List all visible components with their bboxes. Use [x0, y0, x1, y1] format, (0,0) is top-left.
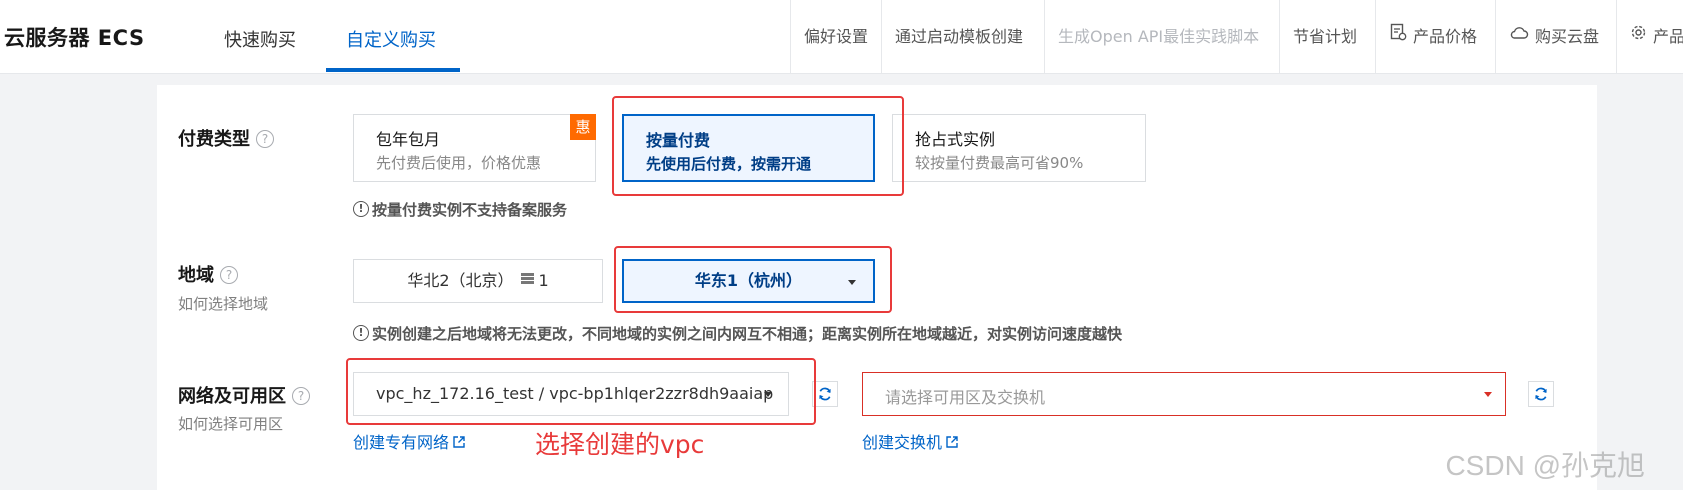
product-link[interactable]: 产品: [1616, 0, 1683, 74]
network-label: 网络及可用区?: [178, 382, 310, 408]
discount-badge: 惠: [570, 114, 596, 140]
region-select-hangzhou[interactable]: 华东1（杭州）: [622, 259, 875, 303]
region-option-label: 华东1（杭州）: [694, 271, 803, 290]
preferences-label: 偏好设置: [804, 27, 869, 46]
help-icon[interactable]: ?: [292, 386, 310, 405]
info-icon: !: [353, 325, 369, 341]
chevron-down-icon: [1484, 392, 1492, 397]
buy-cloud-disk-label: 购买云盘: [1535, 27, 1600, 46]
billing-option-desc: 较按量付费最高可省90%: [915, 154, 1084, 172]
billing-hint-text: 按量付费实例不支持备案服务: [372, 201, 568, 219]
create-from-template-label: 通过启动模板创建: [895, 27, 1024, 46]
create-vswitch-link-text: 创建交换机: [862, 433, 943, 452]
region-label: 地域?: [178, 261, 238, 287]
region-option-beijing[interactable]: 华北2（北京） 1: [353, 259, 603, 303]
billing-option-title: 包年包月: [376, 130, 441, 149]
watermark: CSDN @孙克旭: [1445, 450, 1645, 481]
region-instance-count: 1: [538, 271, 549, 290]
info-icon: !: [353, 201, 369, 217]
zone-help-link[interactable]: 如何选择可用区: [178, 413, 283, 434]
network-label-text: 网络及可用区: [178, 386, 286, 407]
region-option-label: 华北2（北京）: [407, 271, 514, 290]
help-icon[interactable]: ?: [220, 265, 238, 284]
preferences-link[interactable]: 偏好设置: [790, 0, 881, 74]
tab-custom-buy[interactable]: 自定义购买: [346, 26, 436, 52]
config-card: 付费类型? 包年包月 先付费后使用，价格优惠 惠 按量付费 先使用后付费，按需开…: [157, 85, 1597, 490]
region-hint: ! 实例创建之后地域将无法更改，不同地域的实例之间内网互不相通；距离实例所在地域越…: [353, 323, 1122, 344]
zone-refresh-button[interactable]: [1528, 381, 1554, 407]
billing-option-spot[interactable]: 抢占式实例 较按量付费最高可省90%: [892, 114, 1146, 182]
billing-option-desc: 先使用后付费，按需开通: [646, 155, 812, 173]
tab-quick-buy[interactable]: 快速购买: [224, 26, 296, 52]
savings-plan-label: 节省计划: [1293, 27, 1358, 46]
cloud-icon: [1509, 0, 1529, 73]
zone-select-placeholder: 请选择可用区及交换机: [885, 388, 1046, 407]
region-hint-text: 实例创建之后地域将无法更改，不同地域的实例之间内网互不相通；距离实例所在地域越近…: [372, 325, 1123, 343]
vpc-select[interactable]: vpc_hz_172.16_test / vpc-bp1hlqer2zzr8dh…: [353, 372, 789, 416]
billing-option-subscription[interactable]: 包年包月 先付费后使用，价格优惠 惠: [353, 114, 596, 182]
openapi-script-label: 生成Open API最佳实践脚本: [1058, 27, 1260, 46]
annotation-text: 选择创建的vpc: [535, 430, 705, 459]
product-label: 产品: [1653, 27, 1683, 46]
buy-cloud-disk-link[interactable]: 购买云盘: [1495, 0, 1616, 74]
top-bar: 云服务器 ECS 快速购买 自定义购买 偏好设置 通过启动模板创建 生成Open…: [0, 0, 1683, 74]
billing-option-desc: 先付费后使用，价格优惠: [376, 154, 542, 172]
create-vpc-link[interactable]: 创建专有网络: [353, 429, 466, 453]
savings-plan-link[interactable]: 节省计划: [1279, 0, 1375, 74]
help-icon[interactable]: ?: [256, 129, 274, 148]
gear-icon: [1630, 0, 1647, 73]
product-price-link[interactable]: 产品价格: [1375, 0, 1495, 74]
server-icon: [520, 259, 535, 301]
zone-vswitch-select[interactable]: 请选择可用区及交换机: [862, 372, 1506, 416]
active-tab-indicator: [326, 68, 460, 72]
billing-option-title: 抢占式实例: [915, 130, 996, 149]
region-label-text: 地域: [178, 265, 214, 286]
create-from-template-link[interactable]: 通过启动模板创建: [881, 0, 1044, 74]
chevron-down-icon: [764, 392, 772, 397]
billing-type-label: 付费类型?: [178, 125, 274, 151]
create-vswitch-link[interactable]: 创建交换机: [862, 429, 959, 453]
refresh-icon: [1535, 387, 1547, 401]
chevron-down-icon: [848, 280, 856, 285]
billing-hint: ! 按量付费实例不支持备案服务: [353, 199, 567, 220]
billing-option-pay-as-you-go[interactable]: 按量付费 先使用后付费，按需开通: [622, 114, 875, 182]
create-vpc-link-text: 创建专有网络: [353, 433, 450, 452]
external-link-icon: [946, 435, 958, 448]
product-price-label: 产品价格: [1413, 27, 1478, 46]
billing-option-title: 按量付费: [646, 131, 711, 150]
billing-type-text: 付费类型: [178, 129, 250, 150]
refresh-icon: [819, 387, 831, 401]
app-title: 云服务器 ECS: [4, 26, 145, 50]
openapi-script-link[interactable]: 生成Open API最佳实践脚本: [1044, 0, 1279, 74]
region-help-link[interactable]: 如何选择地域: [178, 293, 268, 314]
external-link-icon: [453, 435, 465, 448]
vpc-refresh-button[interactable]: [812, 381, 838, 407]
vpc-select-value: vpc_hz_172.16_test / vpc-bp1hlqer2zzr8dh…: [376, 384, 774, 403]
price-doc-icon: [1389, 0, 1407, 73]
